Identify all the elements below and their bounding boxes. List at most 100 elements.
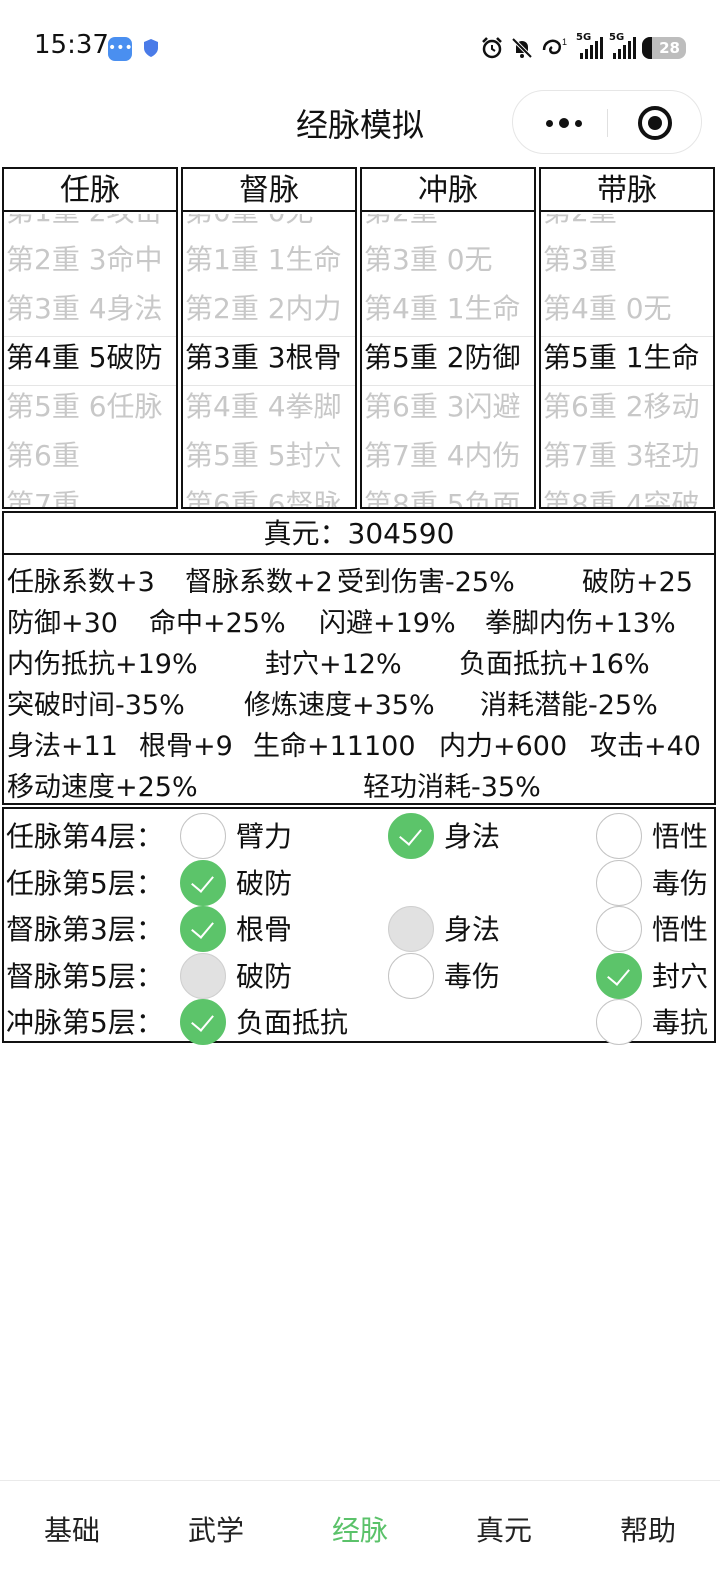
option-label[interactable]: 负面抵抗 xyxy=(236,1001,348,1041)
picker-row[interactable]: 第4重 1生命 xyxy=(364,285,521,333)
picker-renmai[interactable]: 任脉 第1重 2攻击第2重 3命中第3重 4身法第4重 5破防第5重 6任脉第6… xyxy=(2,167,178,509)
picker-row[interactable]: 第3重 0无 xyxy=(364,236,493,284)
picker-chongmai[interactable]: 冲脉 第2重第3重 0无第4重 1生命第5重 2防御第6重 3闪避第7重 4内伤… xyxy=(360,167,536,509)
tab-3[interactable]: 真元 xyxy=(432,1509,576,1549)
mute-bell-icon xyxy=(511,37,533,59)
svg-text:1: 1 xyxy=(562,37,567,47)
stat-item: 封穴+12% xyxy=(265,649,402,680)
picker-header: 督脉 xyxy=(183,169,355,212)
stat-item: 受到伤害-25% xyxy=(337,567,515,598)
picker-list[interactable]: 第2重第3重第4重 0无第5重 1生命第6重 2移动第7重 3轻功第8重 4突破 xyxy=(541,214,713,507)
option-label[interactable]: 毒伤 xyxy=(652,862,708,902)
stat-item: 移动速度+25% xyxy=(7,772,198,803)
picker-header: 带脉 xyxy=(541,169,713,212)
checkbox-checked[interactable] xyxy=(180,999,226,1045)
layer-choices: 任脉第4层： 臂力 身法 悟性 任脉第5层： 破防 毒伤 督脉第3层： 根骨 身法 悟性 督脉第5层：… xyxy=(2,807,716,1045)
picker-row[interactable]: 第8重 4突破 xyxy=(543,481,700,507)
checkbox-checked[interactable] xyxy=(596,952,642,999)
option-label[interactable]: 毒抗 xyxy=(652,1001,708,1041)
choice-row-label: 任脉第5层： xyxy=(6,866,164,900)
stat-item: 拳脚内伤+13% xyxy=(485,608,676,639)
picker-row[interactable]: 第1重 1生命 xyxy=(185,236,342,284)
picker-dumai[interactable]: 督脉 第0重 0无第1重 1生命第2重 2内力第3重 3根骨第4重 4拳脚第5重… xyxy=(181,167,357,509)
stat-item: 消耗潜能-25% xyxy=(480,690,658,721)
checkbox[interactable] xyxy=(596,813,642,859)
picker-row[interactable]: 第6重 3闪避 xyxy=(364,383,521,431)
checkbox[interactable] xyxy=(180,813,226,859)
checkbox xyxy=(180,952,226,999)
picker-row[interactable]: 第3重 4身法 xyxy=(6,285,163,333)
stat-item: 命中+25% xyxy=(149,608,286,639)
picker-row-selected[interactable]: 第5重 2防御 xyxy=(364,334,521,382)
option-label[interactable]: 身法 xyxy=(444,908,500,948)
checkbox-checked[interactable] xyxy=(388,813,434,859)
close-target-icon[interactable] xyxy=(638,106,672,140)
tab-0[interactable]: 基础 xyxy=(0,1509,144,1549)
picker-row[interactable]: 第7重 3轻功 xyxy=(543,432,700,480)
more-icon[interactable] xyxy=(539,91,589,155)
option-label[interactable]: 臂力 xyxy=(236,815,292,855)
picker-row[interactable]: 第6重 2移动 xyxy=(543,383,700,431)
option-label[interactable]: 根骨 xyxy=(236,908,292,948)
picker-daimai[interactable]: 带脉 第2重第3重第4重 0无第5重 1生命第6重 2移动第7重 3轻功第8重 … xyxy=(539,167,715,509)
picker-row[interactable]: 第3重 xyxy=(543,236,617,284)
stat-item: 修炼速度+35% xyxy=(244,690,435,721)
picker-row[interactable]: 第2重 3命中 xyxy=(6,236,163,284)
option-label[interactable]: 身法 xyxy=(444,815,500,855)
choice-row-label: 督脉第3层： xyxy=(6,913,164,946)
picker-list[interactable]: 第0重 0无第1重 1生命第2重 2内力第3重 3根骨第4重 4拳脚第5重 5封… xyxy=(183,214,355,507)
checkbox-checked[interactable] xyxy=(180,906,226,952)
picker-row-selected[interactable]: 第4重 5破防 xyxy=(6,334,163,382)
choice-row-label: 冲脉第5层： xyxy=(6,1006,164,1039)
picker-row-selected[interactable]: 第3重 3根骨 xyxy=(185,334,342,382)
picker-row[interactable]: 第5重 5封穴 xyxy=(185,432,342,480)
picker-row[interactable]: 第7重 4内伤 xyxy=(364,432,521,480)
stat-item: 任脉系数+3 xyxy=(7,567,155,598)
option-label[interactable]: 破防 xyxy=(236,862,292,902)
tab-1[interactable]: 武学 xyxy=(144,1509,288,1549)
tab-4[interactable]: 帮助 xyxy=(576,1509,720,1549)
status-bar: 15:37 ••• 1 5G 5G 28 xyxy=(0,0,720,95)
option-label[interactable]: 毒伤 xyxy=(444,955,500,995)
stat-item: 内力+600 xyxy=(439,731,568,762)
picker-row[interactable]: 第2重 xyxy=(543,214,617,236)
picker-list[interactable]: 第1重 2攻击第2重 3命中第3重 4身法第4重 5破防第5重 6任脉第6重第7… xyxy=(4,214,176,507)
checkbox-checked[interactable] xyxy=(180,859,226,906)
checkbox[interactable] xyxy=(596,999,642,1045)
checkbox[interactable] xyxy=(596,906,642,952)
checkbox[interactable] xyxy=(596,859,642,906)
stat-item: 破防+25 xyxy=(582,567,693,598)
option-label[interactable]: 悟性 xyxy=(652,908,708,948)
picker-row[interactable]: 第2重 2内力 xyxy=(185,285,342,333)
capsule-divider xyxy=(607,109,608,137)
signal-icon-1: 5G xyxy=(576,32,603,59)
stat-item: 根骨+9 xyxy=(139,731,233,762)
option-label[interactable]: 悟性 xyxy=(652,815,708,855)
picker-row[interactable]: 第4重 4拳脚 xyxy=(185,383,342,431)
picker-header: 冲脉 xyxy=(362,169,534,212)
picker-row[interactable]: 第4重 0无 xyxy=(543,285,672,333)
option-label[interactable]: 破防 xyxy=(236,955,292,995)
picker-row[interactable]: 第2重 xyxy=(364,214,438,236)
stat-item: 负面抵抗+16% xyxy=(459,649,650,680)
picker-row-selected[interactable]: 第5重 1生命 xyxy=(543,334,700,382)
picker-row[interactable]: 第5重 6任脉 xyxy=(6,383,163,431)
choice-row-label: 任脉第4层： xyxy=(6,820,164,853)
stat-item: 身法+11 xyxy=(7,731,118,762)
picker-row[interactable]: 第6重 6督脉 xyxy=(185,481,342,507)
tab-2[interactable]: 经脉 xyxy=(288,1509,432,1549)
miniprogram-capsule xyxy=(512,90,702,154)
option-label[interactable]: 封穴 xyxy=(652,955,708,995)
picker-row[interactable]: 第7重 xyxy=(6,481,80,507)
stat-item: 突破时间-35% xyxy=(7,690,185,721)
checkbox[interactable] xyxy=(388,952,434,999)
picker-row[interactable]: 第1重 2攻击 xyxy=(6,214,163,236)
tab-bar: 基础 武学 经脉 真元 帮助 xyxy=(0,1480,720,1575)
picker-list[interactable]: 第2重第3重 0无第4重 1生命第5重 2防御第6重 3闪避第7重 4内伤第8重… xyxy=(362,214,534,507)
stat-item: 防御+30 xyxy=(7,608,118,639)
picker-row[interactable]: 第8重 5负面 xyxy=(364,481,521,507)
stat-item: 生命+11100 xyxy=(253,731,416,762)
picker-row[interactable]: 第6重 xyxy=(6,432,80,480)
hotspot-icon: 1 xyxy=(542,37,567,55)
picker-row[interactable]: 第0重 0无 xyxy=(185,214,314,236)
